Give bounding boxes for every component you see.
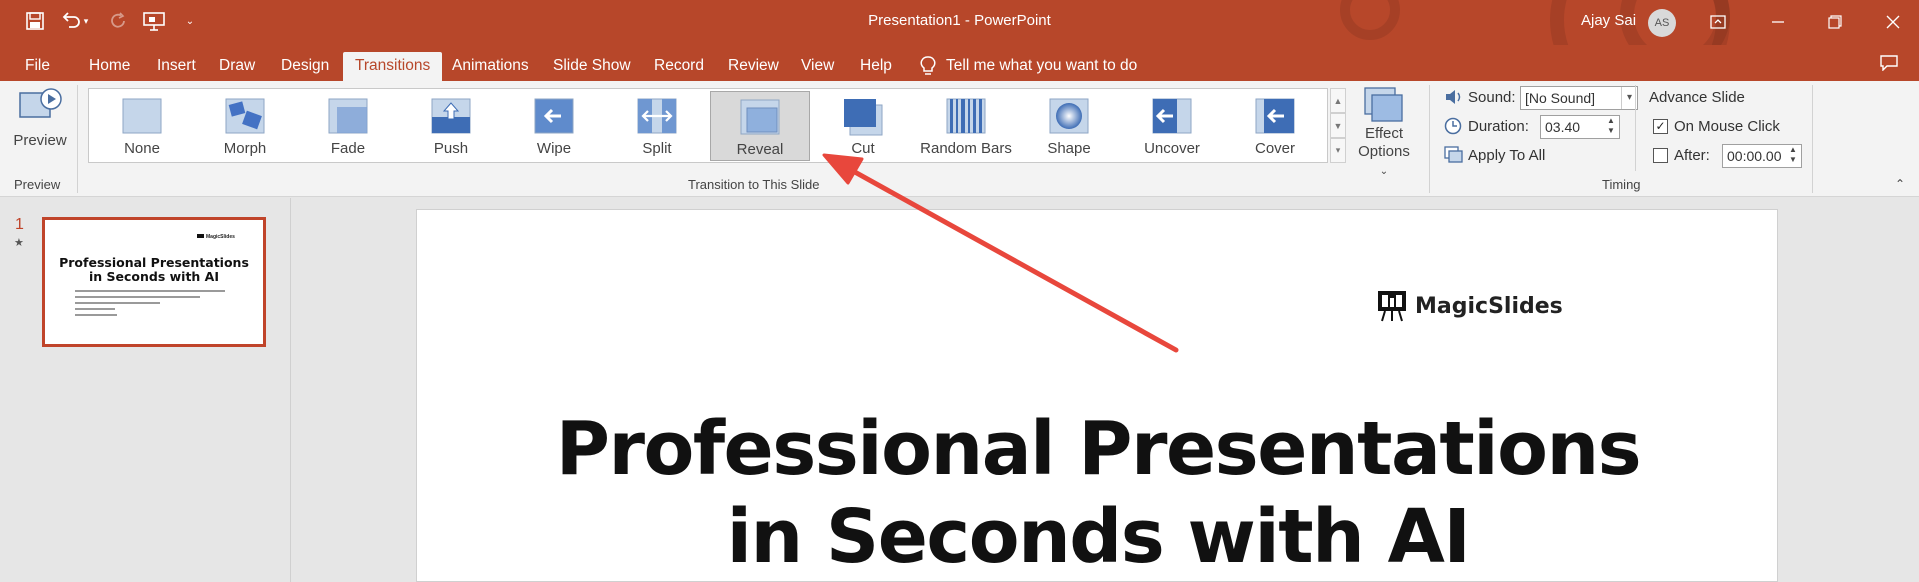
- effect-options-label: Effect Options ⌄: [1358, 125, 1410, 177]
- transition-shape[interactable]: Shape: [1019, 91, 1119, 161]
- tab-record[interactable]: Record: [642, 52, 716, 81]
- morph-transition-icon: [224, 97, 266, 137]
- push-transition-icon: [430, 97, 472, 137]
- transition-group-label: Transition to This Slide: [688, 177, 820, 192]
- apply-to-all-button[interactable]: Apply To All: [1468, 147, 1545, 164]
- slide-thumbnail[interactable]: MagicSlides Professional Presentations i…: [42, 217, 266, 347]
- transition-wipe[interactable]: Wipe: [504, 91, 604, 161]
- ribbon-display-options-icon[interactable]: [1703, 8, 1733, 36]
- tab-view[interactable]: View: [789, 52, 846, 81]
- gallery-more-icon[interactable]: ▾: [1330, 138, 1346, 163]
- close-icon[interactable]: [1878, 8, 1908, 36]
- thumb-body-text: [75, 290, 235, 320]
- preview-label: Preview: [13, 132, 67, 149]
- transition-random-bars[interactable]: Random Bars: [916, 91, 1016, 161]
- transition-uncover[interactable]: Uncover: [1122, 91, 1222, 161]
- slide-brand-name: MagicSlides: [1415, 293, 1563, 319]
- ribbon-tab-bar: File Home Insert Draw Design Transitions…: [0, 45, 1919, 81]
- gallery-scroll-up-icon[interactable]: ▲: [1330, 88, 1346, 113]
- none-transition-icon: [121, 97, 163, 137]
- slide-brand: MagicSlides: [1377, 290, 1563, 322]
- avatar[interactable]: AS: [1648, 9, 1676, 37]
- on-mouse-click-checkbox[interactable]: ✓: [1653, 119, 1668, 134]
- thumb-brand: MagicSlides: [197, 234, 235, 240]
- tab-design[interactable]: Design: [269, 52, 341, 81]
- fade-transition-icon: [327, 97, 369, 137]
- sound-label: Sound:: [1468, 89, 1516, 106]
- split-transition-icon: [636, 97, 678, 137]
- group-separator: [1812, 85, 1813, 193]
- tab-insert[interactable]: Insert: [145, 52, 208, 81]
- effect-options-chevron-icon: ⌄: [1379, 166, 1389, 177]
- transition-reveal[interactable]: Reveal: [710, 91, 810, 161]
- effect-options-icon: [1364, 87, 1403, 122]
- tab-slide-show[interactable]: Slide Show: [541, 52, 643, 81]
- tab-animations[interactable]: Animations: [440, 52, 541, 81]
- after-spinner-icon[interactable]: ▲ ▼: [1785, 145, 1801, 167]
- tab-transitions[interactable]: Transitions: [343, 52, 443, 81]
- timing-group-label: Timing: [1602, 177, 1641, 192]
- transition-push[interactable]: Push: [401, 91, 501, 161]
- collapse-ribbon-icon[interactable]: ⌃: [1895, 177, 1905, 191]
- transition-none[interactable]: None: [92, 91, 192, 161]
- tell-me-text: Tell me what you want to do: [946, 57, 1138, 74]
- duration-spinner-icon[interactable]: ▲ ▼: [1603, 116, 1619, 138]
- sound-icon: [1446, 90, 1461, 104]
- transition-cover[interactable]: Cover: [1225, 91, 1325, 161]
- duration-label: Duration:: [1468, 118, 1529, 135]
- preview-button[interactable]: Preview: [10, 87, 70, 157]
- tab-help[interactable]: Help: [848, 52, 904, 81]
- slide-canvas[interactable]: MagicSlides Professional Presentations i…: [416, 209, 1778, 582]
- uncover-transition-icon: [1151, 97, 1193, 137]
- ribbon: Preview Preview None Morph Fade Push Wip…: [0, 81, 1919, 197]
- apply-to-all-icon: [1444, 146, 1463, 163]
- tab-review[interactable]: Review: [716, 52, 791, 81]
- transition-split[interactable]: Split: [607, 91, 707, 161]
- random-bars-transition-icon: [945, 97, 987, 137]
- slide-number: 1: [15, 216, 24, 233]
- advance-slide-heading: Advance Slide: [1649, 89, 1745, 106]
- comments-icon[interactable]: [1880, 55, 1898, 76]
- tab-home[interactable]: Home: [77, 52, 142, 81]
- preview-group-label: Preview: [14, 177, 61, 192]
- reveal-transition-icon: [739, 98, 781, 138]
- tab-file[interactable]: File: [13, 52, 62, 81]
- on-mouse-click-label: On Mouse Click: [1674, 118, 1780, 135]
- transition-morph[interactable]: Morph: [195, 91, 295, 161]
- after-checkbox[interactable]: [1653, 148, 1668, 163]
- group-separator: [77, 85, 78, 193]
- group-separator: [1635, 85, 1636, 171]
- gallery-scroll-down-icon[interactable]: ▼: [1330, 113, 1346, 138]
- tell-me-search[interactable]: Tell me what you want to do: [920, 52, 1137, 80]
- after-label: After:: [1674, 147, 1710, 164]
- group-separator: [1429, 85, 1430, 193]
- lightbulb-icon: [920, 56, 936, 75]
- title-bar: ▾ ⌄ Presentation1 - PowerPoint Ajay Sai …: [0, 0, 1919, 45]
- magicslides-logo-icon: [1378, 291, 1406, 322]
- cover-transition-icon: [1254, 97, 1296, 137]
- shape-transition-icon: [1048, 97, 1090, 137]
- slide-title[interactable]: Professional Presentations in Seconds wi…: [417, 405, 1779, 581]
- cut-transition-icon: [842, 97, 884, 137]
- transition-gallery: None Morph Fade Push Wipe Split Reveal C…: [88, 88, 1328, 163]
- transition-fade[interactable]: Fade: [298, 91, 398, 161]
- tab-draw[interactable]: Draw: [207, 52, 267, 81]
- transition-star-icon: ★: [14, 237, 24, 249]
- wipe-transition-icon: [533, 97, 575, 137]
- user-name[interactable]: Ajay Sai: [1581, 12, 1636, 29]
- transition-cut[interactable]: Cut: [813, 91, 913, 161]
- restore-icon[interactable]: [1820, 8, 1850, 36]
- thumb-brand-logo-icon: [197, 234, 204, 238]
- effect-options-button[interactable]: Effect Options ⌄: [1352, 87, 1416, 177]
- clock-icon: [1444, 117, 1462, 135]
- minimize-icon[interactable]: [1763, 8, 1793, 36]
- preview-icon: [19, 88, 62, 118]
- thumb-title: Professional Presentations in Seconds wi…: [59, 255, 249, 284]
